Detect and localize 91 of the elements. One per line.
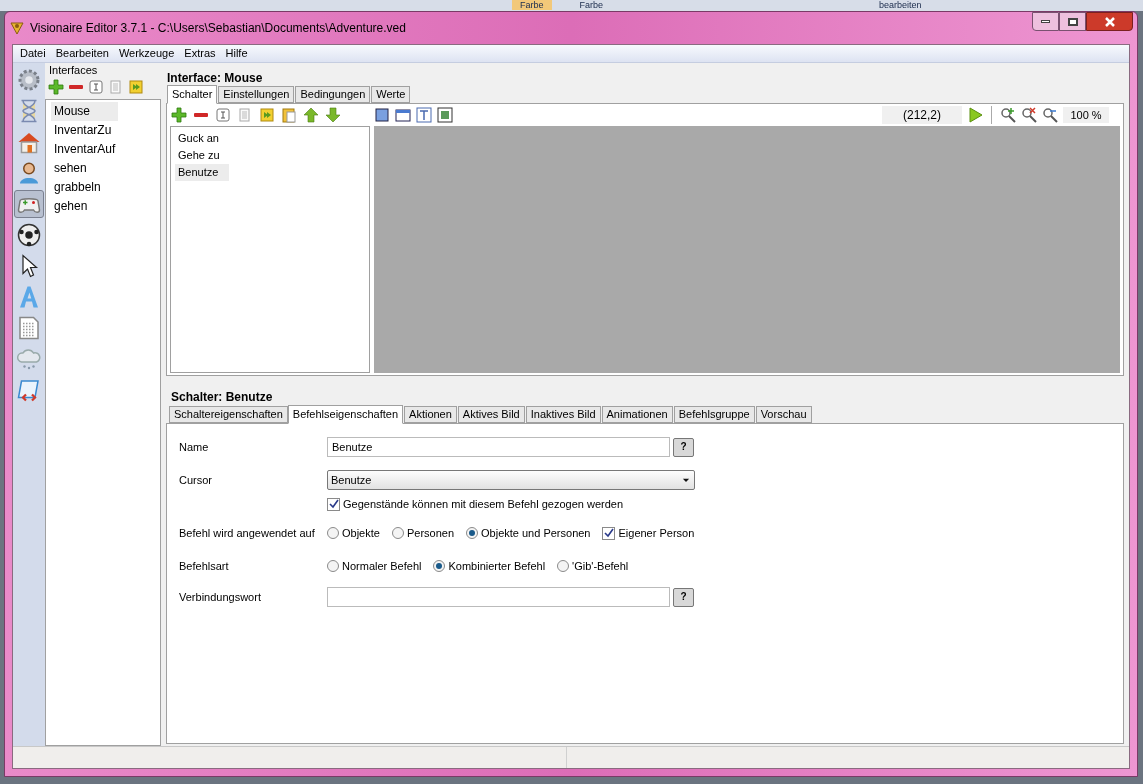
field-label: Name	[179, 439, 210, 455]
tab[interactable]: Befehlseigenschaften	[287, 405, 404, 424]
radio-button[interactable]	[433, 560, 446, 572]
tab[interactable]: Schalter	[167, 85, 218, 104]
section-title: Schalter: Benutze	[171, 389, 274, 403]
letter-icon	[17, 285, 41, 309]
checkbox[interactable]	[602, 526, 616, 540]
cursor-dropdown[interactable]: Benutze	[327, 470, 695, 490]
checkbox-label: Gegenstände können mit diesem Befehl gezogen werden	[343, 496, 624, 512]
radio-button[interactable]	[557, 560, 570, 572]
help-button[interactable]: ?	[673, 587, 694, 607]
list-item[interactable]: Benutze	[175, 164, 229, 181]
up-arrow-icon[interactable]	[303, 107, 319, 123]
field-label: Cursor	[179, 472, 213, 488]
close-icon	[1103, 16, 1116, 27]
run-icon[interactable]	[259, 107, 275, 123]
list-item[interactable]: grabbeln	[51, 178, 118, 197]
radio-label: Objekte	[342, 525, 380, 541]
name-field[interactable]: Benutze	[327, 437, 670, 457]
list-item[interactable]: Gehe zu	[175, 147, 229, 164]
run-icon[interactable]	[128, 79, 144, 95]
paste-icon[interactable]	[281, 107, 297, 123]
maximize-button[interactable]	[1059, 12, 1086, 31]
menu-item[interactable]: Hilfe	[220, 45, 253, 62]
tab[interactable]: Werte	[371, 86, 411, 103]
down-arrow-icon[interactable]	[325, 107, 341, 123]
scroll-icon	[17, 378, 41, 402]
rename-icon[interactable]	[88, 79, 104, 95]
minimize-button[interactable]	[1032, 12, 1059, 31]
document-icon	[17, 316, 41, 340]
fit-icon[interactable]	[437, 107, 453, 123]
radio-label: 'Gib'-Befehl	[572, 558, 629, 574]
checkbox[interactable]	[327, 497, 340, 511]
close-button[interactable]	[1086, 12, 1133, 31]
background-tab-label: bearbeiten	[878, 0, 923, 10]
zoom-out-icon[interactable]	[1042, 107, 1058, 123]
tab[interactable]: Bedingungen	[295, 86, 371, 103]
radio-button[interactable]	[391, 527, 404, 539]
field-label: Verbindungswort	[179, 589, 262, 605]
connector-word-field[interactable]	[327, 587, 670, 607]
checkbox-label: Eigener Person	[618, 525, 695, 541]
tab[interactable]: Aktives Bild	[457, 406, 525, 423]
radio-button[interactable]	[327, 527, 339, 539]
app-logo-icon	[9, 20, 25, 36]
radio-label: Normaler Befehl	[342, 558, 422, 574]
coordinates-display: (212,2)	[882, 106, 962, 124]
house-icon	[17, 130, 41, 154]
soccer-ball-icon	[17, 223, 41, 247]
plus-icon[interactable]	[48, 79, 64, 95]
menu-item[interactable]: Bearbeiten	[50, 45, 114, 62]
menu-item[interactable]: Werkzeuge	[113, 45, 180, 62]
list-item[interactable]: Mouse	[51, 102, 118, 121]
background-tab-label: Farbe	[578, 0, 605, 10]
rename-icon[interactable]	[215, 107, 231, 123]
plus-icon[interactable]	[171, 107, 187, 123]
field-label: Befehl wird angewendet auf	[179, 525, 316, 541]
cloud-icon	[17, 347, 41, 371]
zoom-in-icon[interactable]	[1000, 107, 1016, 123]
text-tool-icon[interactable]	[416, 107, 432, 123]
radio-button[interactable]	[327, 560, 339, 572]
menu-item[interactable]: Datei	[15, 45, 51, 62]
tab[interactable]: Aktionen	[404, 406, 457, 423]
field-label: Befehlsart	[179, 558, 230, 574]
gear-icon	[17, 68, 41, 92]
list-item[interactable]: InventarAuf	[51, 140, 118, 159]
menu-item[interactable]: Extras	[179, 45, 221, 62]
help-button[interactable]: ?	[673, 437, 694, 457]
list-item[interactable]: sehen	[51, 159, 118, 178]
play-icon[interactable]	[967, 107, 983, 123]
tab[interactable]: Vorschau	[755, 406, 812, 423]
window-title: Visionaire Editor 3.7.1 - C:\Users\Sebastian\Documents\Adventure.ved	[30, 20, 406, 37]
radio-label: Personen	[406, 525, 454, 541]
window-icon[interactable]	[395, 107, 411, 123]
tab[interactable]: Animationen	[601, 406, 673, 423]
section-title: Interface: Mouse	[167, 70, 264, 84]
list-item[interactable]: gehen	[51, 197, 118, 216]
radio-label: Kombinierter Befehl	[448, 558, 546, 574]
list-item[interactable]: Guck an	[175, 130, 229, 147]
zoom-level: 100 %	[1063, 106, 1109, 124]
zoom-reset-icon[interactable]	[1021, 107, 1037, 123]
list-item[interactable]: InventarZu	[51, 121, 118, 140]
tab[interactable]: Schaltereigenschaften	[169, 406, 288, 423]
background-tab-label: Farbe	[512, 0, 552, 10]
tab[interactable]: Inaktives Bild	[525, 406, 601, 423]
tab[interactable]: Einstellungen	[218, 86, 295, 103]
select-rect-icon[interactable]	[374, 107, 390, 123]
panel-title: Interfaces	[48, 63, 99, 77]
tab[interactable]: Befehlsgruppe	[673, 406, 755, 423]
radio-label: Objekte und Personen	[481, 525, 591, 541]
person-icon	[17, 161, 41, 185]
radio-button[interactable]	[466, 527, 478, 539]
